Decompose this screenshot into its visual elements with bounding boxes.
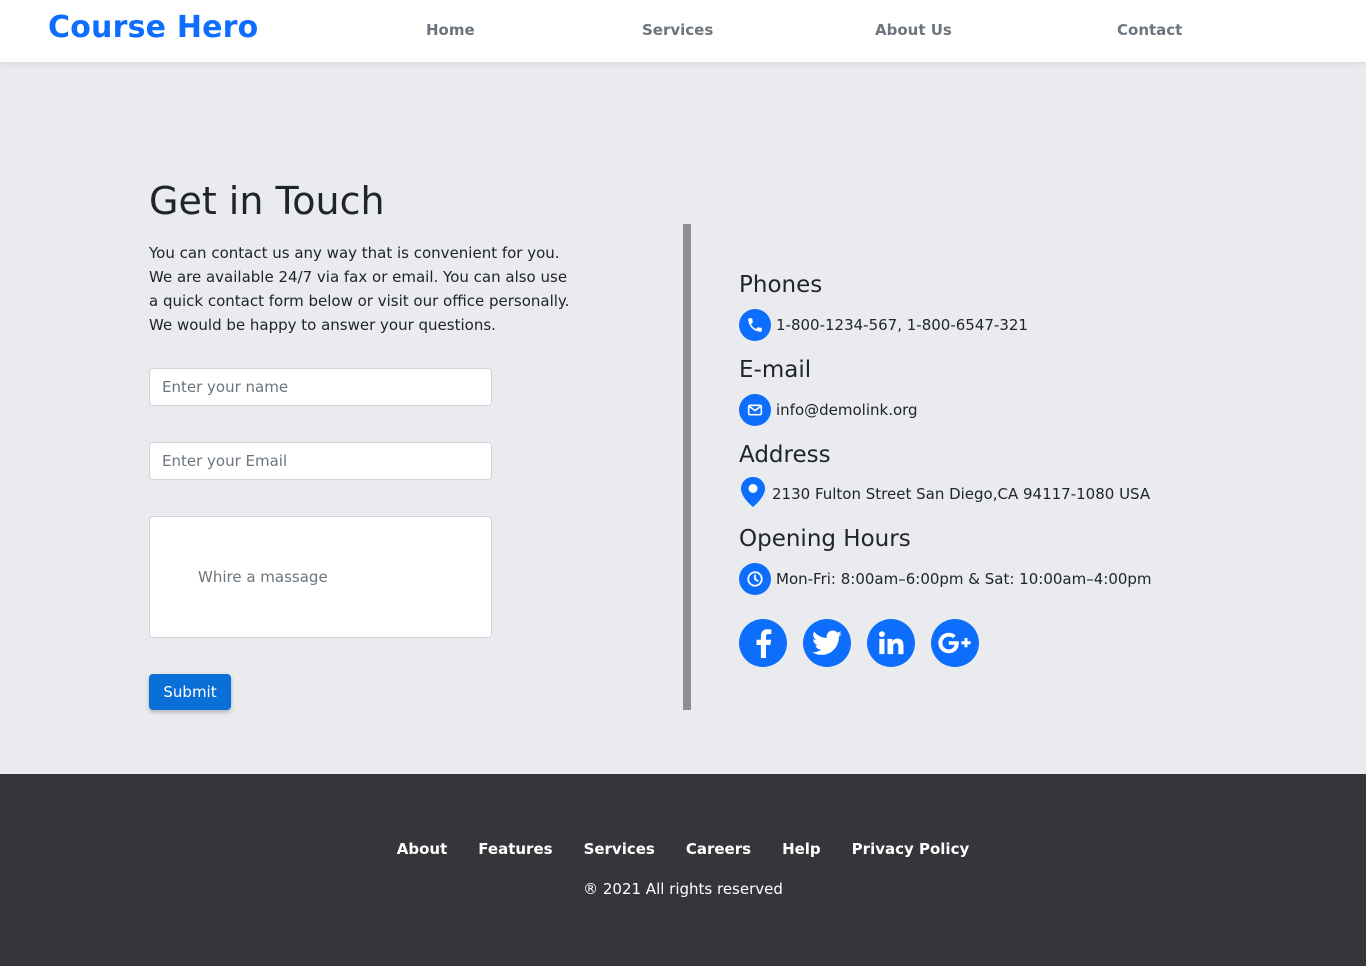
- intro-text: You can contact us any way that is conve…: [149, 244, 570, 334]
- footer-link-about[interactable]: About: [381, 840, 463, 858]
- footer: About Features Services Careers Help Pri…: [0, 774, 1366, 966]
- footer-link-features[interactable]: Features: [463, 840, 568, 858]
- google-plus-icon[interactable]: [931, 619, 979, 667]
- copyright-text: ® 2021 All rights reserved: [583, 880, 783, 898]
- email-row: info@demolink.org: [739, 394, 918, 426]
- phones-text: 1-800-1234-567, 1-800-6547-321: [776, 316, 1028, 334]
- phones-heading: Phones: [739, 272, 823, 298]
- footer-nav: About Features Services Careers Help Pri…: [0, 840, 1366, 858]
- envelope-icon: [739, 394, 771, 426]
- footer-link-careers[interactable]: Careers: [670, 840, 766, 858]
- name-input[interactable]: [149, 368, 492, 406]
- footer-link-help[interactable]: Help: [767, 840, 837, 858]
- phones-row: 1-800-1234-567, 1-800-6547-321: [739, 309, 1028, 341]
- email-heading: E-mail: [739, 357, 812, 383]
- address-text: 2130 Fulton Street San Diego,CA 94117-10…: [772, 485, 1151, 503]
- page-title: Get in Touch: [149, 179, 385, 223]
- email-text: info@demolink.org: [776, 401, 918, 419]
- nav-contact[interactable]: Contact: [1117, 21, 1182, 39]
- hours-heading: Opening Hours: [739, 526, 911, 552]
- phone-icon: [739, 309, 771, 341]
- navbar: Course Hero Home Services About Us Conta…: [0, 0, 1366, 62]
- linkedin-icon[interactable]: [867, 619, 915, 667]
- nav-about-us[interactable]: About Us: [875, 21, 952, 39]
- nav-home[interactable]: Home: [426, 21, 475, 39]
- clock-icon: [739, 563, 771, 595]
- twitter-icon[interactable]: [803, 619, 851, 667]
- submit-button[interactable]: Submit: [149, 674, 231, 710]
- address-heading: Address: [739, 442, 831, 468]
- contact-section: Get in Touch You can contact us any way …: [0, 62, 1366, 774]
- nav-services[interactable]: Services: [642, 21, 713, 39]
- address-row: 2130 Fulton Street San Diego,CA 94117-10…: [739, 476, 1151, 512]
- vertical-divider: [683, 224, 691, 710]
- location-pin-icon: [739, 476, 767, 512]
- hours-row: Mon-Fri: 8:00am–6:00pm & Sat: 10:00am–4:…: [739, 563, 1152, 595]
- footer-link-services[interactable]: Services: [568, 840, 670, 858]
- footer-link-privacy-policy[interactable]: Privacy Policy: [836, 840, 985, 858]
- hours-text: Mon-Fri: 8:00am–6:00pm & Sat: 10:00am–4:…: [776, 570, 1152, 588]
- brand-logo[interactable]: Course Hero: [48, 10, 259, 45]
- facebook-icon[interactable]: [739, 619, 787, 667]
- message-textarea[interactable]: [149, 516, 492, 638]
- email-input[interactable]: [149, 442, 492, 480]
